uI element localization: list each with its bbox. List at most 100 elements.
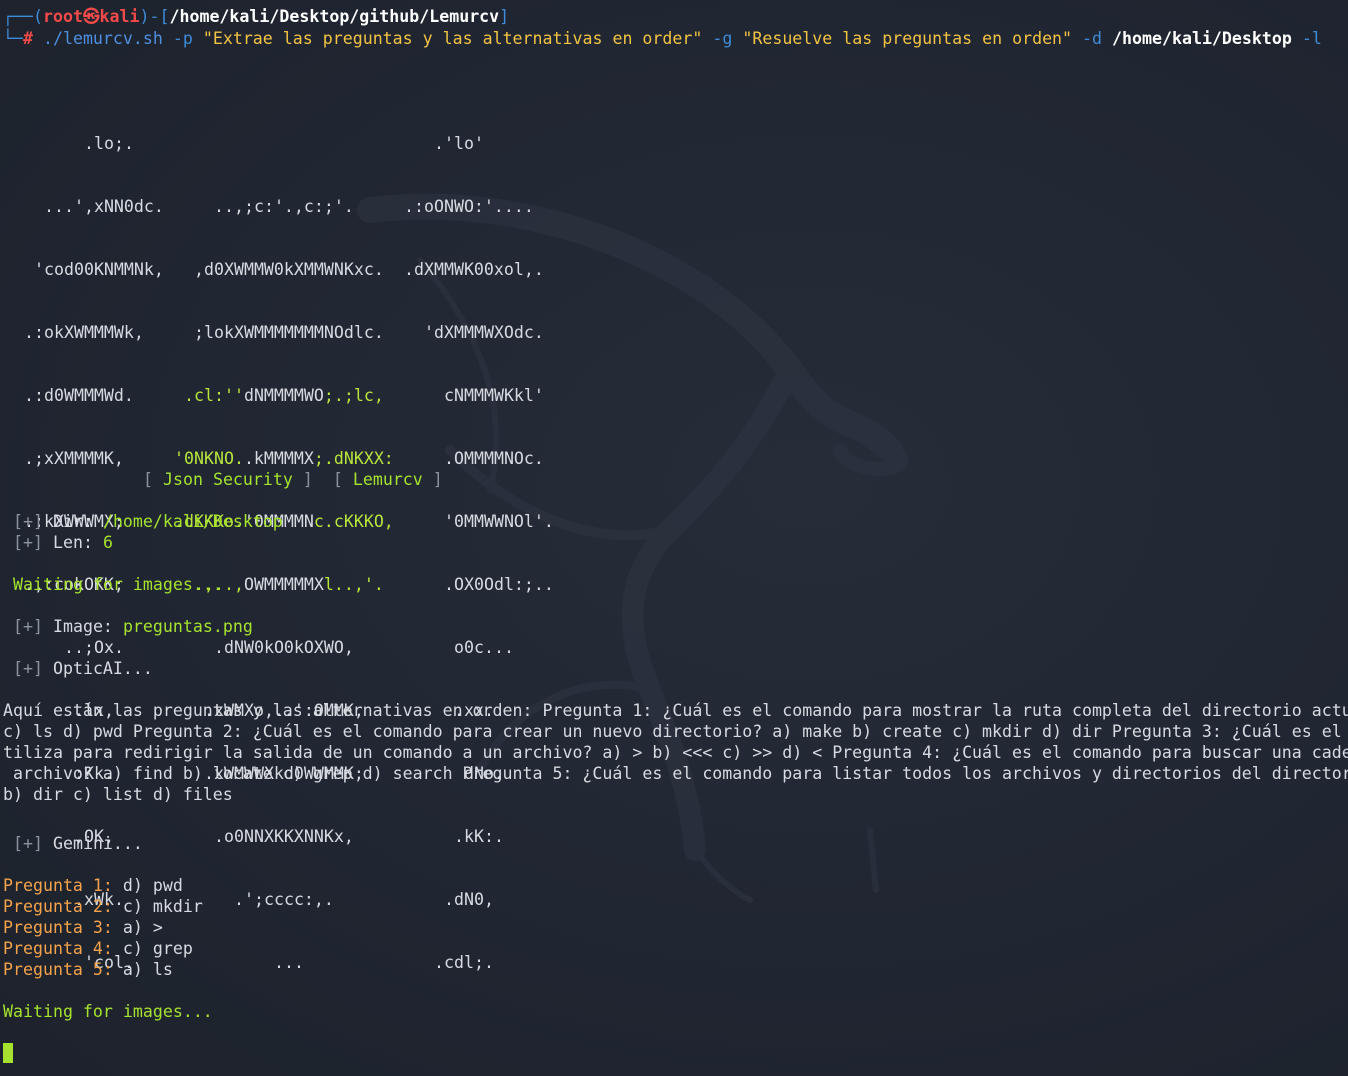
art-line: 'cod00KNMMNk,: [34, 260, 164, 279]
art-line: .:oONWO:'....: [404, 197, 534, 216]
answer-row: Pregunta 5: a) ls: [3, 959, 173, 980]
art-line: .dXMMWK00xol,.: [404, 260, 544, 279]
terminal-window[interactable]: ┌──(root㉿kali)-[/home/kali/Desktop/githu…: [0, 0, 1348, 1076]
art-seg: OWMMMMMX: [243, 575, 324, 594]
prompt-end: ]: [499, 7, 510, 26]
flag-l: -l: [1301, 29, 1322, 48]
len-label: Len:: [52, 533, 93, 552]
art-line: .'lo': [434, 134, 484, 153]
art-seg: .kMMMMX: [243, 449, 314, 468]
answer-label: Pregunta 3:: [3, 918, 113, 937]
arg-d: /home/kali/Desktop: [1112, 29, 1292, 48]
dir-line: [+] Dir: /home/kali/Desktop: [13, 511, 283, 532]
banner: [ Json Security ] [ Lemurcv ]: [143, 469, 443, 490]
art-line: .;xXMMMMK,: [24, 449, 124, 468]
art-line: cNMMMWKkl': [444, 386, 544, 405]
art-line: ...: [274, 953, 304, 972]
prompt-host: kali: [99, 7, 140, 26]
plus-marker-icon: [+]: [13, 834, 43, 853]
plus-marker-icon: [+]: [13, 617, 43, 636]
art-line: .dNW0kO0kOXWO,: [214, 638, 354, 657]
command-script: ./lemurcv.sh: [42, 29, 163, 48]
ocr-output-line: Aquí están las preguntas y las alternati…: [3, 701, 1348, 720]
gemini-label: Gemini...: [52, 834, 143, 853]
prompt-separator: )-[: [139, 7, 170, 26]
banner-json-security: Json Security: [163, 470, 293, 489]
art-line: '0MMWWNOl'.: [444, 512, 554, 531]
ocr-output-line: tiliza para redirigir la salida de un co…: [3, 743, 1348, 762]
art-line: ;lokXWMMMMMMMNOdlc.: [194, 323, 384, 342]
prompt-user: root: [42, 7, 83, 26]
banner-bracket: ]: [432, 470, 443, 489]
art-line: .OX0Odl:;..: [444, 575, 554, 594]
prompt-line: ┌──(root㉿kali)-[/home/kali/Desktop/githu…: [3, 6, 509, 27]
waiting-message: Waiting for images...: [13, 575, 223, 594]
answer-value: c) mkdir: [122, 897, 203, 916]
banner-bracket: [: [332, 470, 343, 489]
art-line: ..,;c:'.,c:;'.: [214, 197, 354, 216]
art-line: .cdl;.: [434, 953, 494, 972]
art-line: .OMMMMNOc.: [444, 449, 544, 468]
art-seg: l..,'.: [323, 575, 384, 594]
len-line: [+] Len: 6: [13, 532, 113, 553]
art-line: 'dXMMMWXOdc.: [424, 323, 544, 342]
ocr-output-line: archivo? a) find b) locate c) grep d) se…: [3, 764, 1348, 783]
answer-label: Pregunta 5:: [3, 960, 113, 979]
art-line: ..;Ox.: [64, 638, 124, 657]
answer-value: a) ls: [122, 960, 173, 979]
answer-value: a) >: [122, 918, 163, 937]
prompt-at-icon: ㉿: [82, 7, 100, 26]
art-line: '0NKNO..kMMMMX;.dNKXX:: [174, 448, 394, 469]
image-line: [+] Image: preguntas.png: [13, 616, 253, 637]
final-waiting-message: Waiting for images...: [3, 1002, 213, 1021]
art-seg: c.cKKKO,: [313, 512, 394, 531]
ocr-output-line: c) ls d) pwd Pregunta 2: ¿Cuál es el com…: [3, 722, 1342, 741]
banner-bracket: ]: [302, 470, 313, 489]
art-line: .:d0WMMMWd.: [24, 386, 134, 405]
flag-g: -g: [712, 29, 733, 48]
flag-d: -d: [1082, 29, 1103, 48]
flag-p: -p: [172, 29, 193, 48]
prompt-corner-bottom: └─: [3, 29, 23, 48]
art-seg: '0NKNO.: [174, 449, 244, 468]
art-seg: ;.;lc,: [323, 386, 384, 405]
ascii-art-right: .'lo' .:oONWO:'.... .dXMMWK00xol,. 'dXMM…: [404, 91, 554, 1015]
image-label: Image:: [52, 617, 113, 636]
dir-label: Dir:: [52, 512, 93, 531]
plus-marker-icon: [+]: [13, 659, 43, 678]
answer-row: Pregunta 3: a) >: [3, 917, 163, 938]
ocr-output-line: b) dir c) list d) files: [3, 785, 233, 804]
arg-g: "Resuelve las preguntas en orden": [742, 29, 1073, 48]
art-seg: ;.dNKXX:: [313, 449, 394, 468]
answer-value: c) grep: [122, 939, 193, 958]
art-line: .kK:.: [454, 827, 504, 846]
art-line: .o0NNXKKXNNKx,: [214, 827, 354, 846]
command-line[interactable]: └─# ./lemurcv.sh -p "Extrae las pregunta…: [3, 28, 1322, 49]
prompt-hash: #: [22, 29, 33, 48]
answer-label: Pregunta 1:: [3, 876, 113, 895]
answer-label: Pregunta 4:: [3, 939, 113, 958]
art-line: ,d0XWMMW0kXMMWNKxc.: [194, 260, 384, 279]
answer-row: Pregunta 2: c) mkdir: [3, 896, 203, 917]
plus-marker-icon: [+]: [13, 533, 43, 552]
banner-lemurcv: Lemurcv: [352, 470, 423, 489]
prompt-corner: ┌──(: [3, 7, 43, 26]
art-line: .dN0,: [444, 890, 494, 909]
dir-value: /home/kali/Desktop: [102, 512, 283, 531]
arg-p: "Extrae las preguntas y las alternativas…: [202, 29, 703, 48]
plus-marker-icon: [+]: [13, 512, 43, 531]
art-line: .';cccc:,.: [234, 890, 334, 909]
image-value: preguntas.png: [122, 617, 253, 636]
answer-row: Pregunta 1: d) pwd: [3, 875, 183, 896]
banner-bracket: [: [143, 470, 153, 489]
art-line: .:okXWMMMWk,: [24, 323, 144, 342]
prompt-cwd: /home/kali/Desktop/github/Lemurcv: [169, 7, 500, 26]
art-line: ...',xNN0dc.: [44, 197, 164, 216]
answer-value: d) pwd: [122, 876, 183, 895]
block-cursor-icon[interactable]: [3, 1043, 13, 1063]
art-seg: dNMMMMWO: [243, 386, 324, 405]
optic-line: [+] OpticAI...: [13, 658, 153, 679]
answer-row: Pregunta 4: c) grep: [3, 938, 193, 959]
optic-label: OpticAI...: [52, 659, 153, 678]
art-line: o0c...: [454, 638, 514, 657]
